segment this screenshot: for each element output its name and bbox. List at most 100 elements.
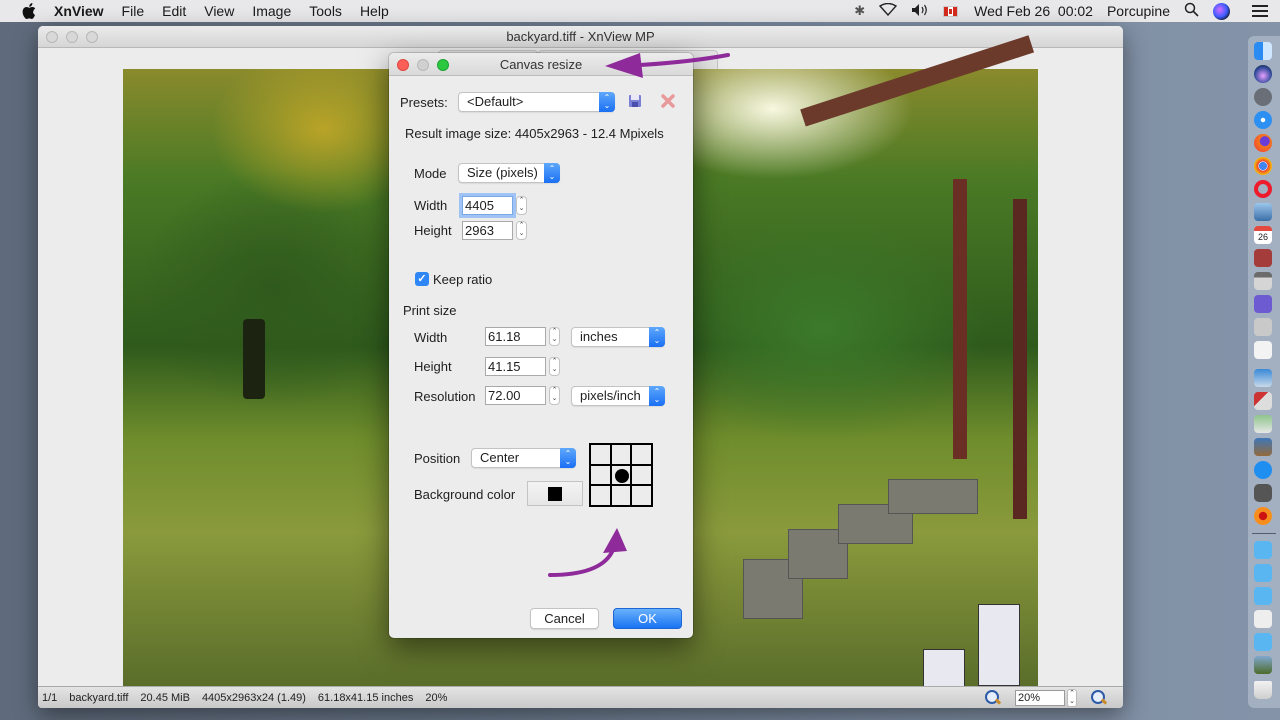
bbedit-icon[interactable] [1254, 295, 1272, 313]
user-name[interactable]: Porcupine [1107, 3, 1170, 19]
background-color-button[interactable] [527, 481, 583, 506]
height-pixels-field[interactable]: 2963 [462, 221, 513, 240]
menu-file[interactable]: File [122, 3, 145, 19]
image-capture-icon[interactable] [1254, 369, 1272, 387]
anchor-right[interactable] [631, 464, 652, 486]
folder-documents-icon[interactable] [1254, 564, 1272, 582]
chrome-icon[interactable] [1254, 157, 1272, 175]
anchor-bottom-left[interactable] [590, 485, 611, 506]
siri-icon[interactable] [1213, 2, 1230, 20]
anchor-top-left[interactable] [590, 444, 611, 465]
ok-button[interactable]: OK [613, 608, 682, 629]
zoom-stepper[interactable]: ⌃ ⌄ [1067, 689, 1077, 707]
folder-pictures-icon[interactable] [1254, 633, 1272, 651]
mode-value: Size (pixels) [467, 165, 538, 180]
print-height-stepper[interactable]: ⌃ ⌄ [549, 357, 560, 376]
document-stack-icon[interactable] [1254, 610, 1272, 628]
firefox-icon[interactable] [1254, 134, 1272, 152]
canada-flag-icon[interactable] [943, 5, 959, 17]
menu-image[interactable]: Image [252, 3, 291, 19]
dialog-close-button[interactable] [397, 59, 409, 71]
dialog-titlebar[interactable]: Canvas resize [389, 53, 693, 76]
zoom-controls: 20% ⌃ ⌄ [985, 689, 1107, 707]
position-select[interactable]: Center ⌃ ⌄ [471, 448, 576, 468]
save-preset-icon[interactable] [628, 94, 642, 111]
anchor-bottom-right[interactable] [631, 485, 652, 506]
anchor-top[interactable] [610, 444, 632, 465]
dialog-zoom-button[interactable] [437, 59, 449, 71]
launchpad-icon[interactable] [1254, 88, 1272, 106]
print-width-stepper[interactable]: ⌃ ⌄ [549, 327, 560, 346]
photos-viewer-icon[interactable] [1254, 438, 1272, 456]
anchor-left[interactable] [590, 464, 611, 486]
zoom-level-field[interactable]: 20% [1015, 690, 1065, 706]
volume-icon[interactable] [911, 3, 929, 20]
menu-tools[interactable]: Tools [309, 3, 342, 19]
resolution-field[interactable]: 72.00 [485, 386, 546, 405]
notification-center-icon[interactable] [1252, 5, 1268, 17]
print-height-field[interactable]: 41.15 [485, 357, 546, 376]
opera-icon[interactable] [1254, 180, 1272, 198]
calculator-icon[interactable] [1254, 272, 1272, 290]
zoom-button-inactive[interactable] [86, 31, 98, 43]
system-preferences-icon[interactable] [1254, 484, 1272, 502]
canvas-resize-dialog: Canvas resize Presets: <Default> ⌃ ⌄ Resu… [389, 53, 693, 638]
safari-icon[interactable] [1254, 111, 1272, 129]
cancel-button[interactable]: Cancel [530, 608, 599, 629]
width-pixels-field[interactable]: 4405 [462, 196, 513, 215]
resolution-unit-select[interactable]: pixels/inch ⌃ ⌄ [571, 386, 665, 406]
dictionary-icon[interactable] [1254, 249, 1272, 267]
siri-icon[interactable] [1254, 65, 1272, 83]
chevron-updown-icon: ⌃ ⌄ [544, 163, 560, 183]
zoom-out-icon[interactable] [1091, 690, 1107, 706]
spotlight-search-icon[interactable] [1184, 2, 1199, 20]
print-unit-value: inches [580, 329, 618, 344]
status-index: 1/1 [42, 691, 58, 704]
calendar-day: 26 [1257, 232, 1268, 242]
finder-icon[interactable] [1254, 42, 1272, 60]
dialog-window-controls [397, 59, 457, 71]
zoom-in-icon[interactable] [985, 690, 1001, 706]
print-unit-select[interactable]: inches ⌃ ⌄ [571, 327, 665, 347]
keep-ratio-label[interactable]: Keep ratio [433, 272, 492, 287]
mode-label: Mode [414, 166, 447, 181]
apple-icon[interactable] [20, 3, 38, 19]
folder-downloads-icon[interactable] [1254, 587, 1272, 605]
xnview-icon[interactable] [1254, 507, 1272, 525]
wifi-icon[interactable] [879, 2, 898, 19]
print-width-field[interactable]: 61.18 [485, 327, 546, 346]
presets-select[interactable]: <Default> ⌃ ⌄ [458, 92, 615, 112]
anchor-center[interactable] [610, 464, 632, 486]
dialog-minimize-button [417, 59, 429, 71]
anchor-bottom[interactable] [610, 485, 632, 506]
folder-applications-icon[interactable] [1254, 541, 1272, 559]
photo-booth-icon[interactable] [1254, 392, 1272, 410]
calendar-icon[interactable]: 26 [1254, 226, 1272, 244]
app-store-icon[interactable] [1254, 461, 1272, 479]
photo-fence [923, 649, 965, 689]
menu-help[interactable]: Help [360, 3, 389, 19]
keep-ratio-checkbox[interactable]: ✓ [415, 272, 429, 286]
resolution-stepper[interactable]: ⌃ ⌄ [549, 386, 560, 405]
photo-slideshow-icon[interactable] [1254, 318, 1272, 336]
menu-edit[interactable]: Edit [162, 3, 186, 19]
presets-label: Presets: [400, 95, 448, 110]
height-pixels-stepper[interactable]: ⌃ ⌄ [516, 221, 527, 240]
close-button-inactive[interactable] [46, 31, 58, 43]
textedit-icon[interactable] [1254, 341, 1272, 359]
trash-icon[interactable] [1254, 681, 1272, 699]
maps-icon[interactable] [1254, 415, 1272, 433]
mode-select[interactable]: Size (pixels) ⌃ ⌄ [458, 163, 560, 183]
preview-icon[interactable] [1254, 203, 1272, 221]
width-pixels-stepper[interactable]: ⌃ ⌄ [516, 196, 527, 215]
menu-view[interactable]: View [204, 3, 234, 19]
app-menu-xnview[interactable]: XnView [54, 3, 104, 19]
image-stack-icon[interactable] [1254, 656, 1272, 674]
minimize-button-inactive[interactable] [66, 31, 78, 43]
dock-separator [1252, 533, 1276, 534]
delete-preset-icon[interactable] [661, 94, 675, 111]
bluetooth-icon[interactable]: ✱ [854, 3, 865, 19]
anchor-top-right[interactable] [631, 444, 652, 465]
clock[interactable]: Wed Feb 26 00:02 [974, 3, 1093, 19]
status-filesize: 20.45 MiB [140, 691, 190, 704]
